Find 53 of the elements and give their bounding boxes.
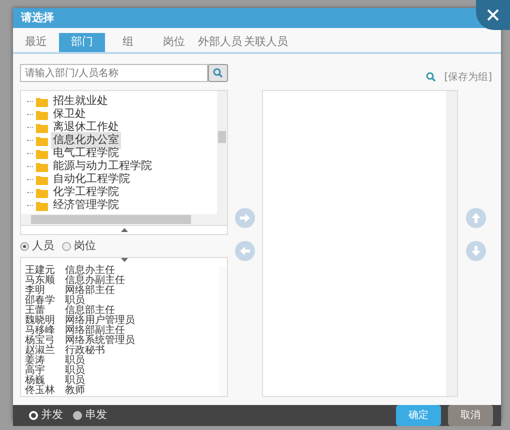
folder-icon [36, 136, 48, 146]
folder-icon [36, 122, 48, 132]
vertical-scrollbar[interactable] [219, 266, 227, 396]
folder-icon [36, 200, 48, 210]
arrow-left-icon[interactable] [235, 241, 255, 261]
person-row[interactable]: 杨宝弓 网络系统管理员 [21, 336, 219, 346]
vertical-scrollbar[interactable] [217, 91, 227, 214]
person-row[interactable]: 王建元 信息办主任 [21, 266, 219, 276]
collapse-toggle[interactable] [20, 226, 228, 235]
radio-button[interactable] [73, 411, 82, 420]
close-button[interactable] [476, 0, 510, 30]
radio-label: 串发 [85, 407, 107, 424]
search-field[interactable]: 请输入部门/人员名称 [20, 64, 208, 82]
radio-label: 并发 [41, 407, 63, 424]
folder-icon [36, 148, 48, 158]
person-row[interactable]: 李明 网络部主任 [21, 286, 219, 296]
horizontal-scrollbar[interactable] [21, 214, 227, 225]
vertical-scrollbar[interactable] [446, 91, 457, 396]
arrow-up-icon[interactable] [466, 208, 486, 228]
search-button[interactable] [208, 64, 228, 82]
person-row[interactable]: 赵淑兰 行政秘书 [21, 346, 219, 356]
folder-icon [36, 110, 48, 120]
radio-button[interactable] [62, 242, 71, 250]
tab[interactable]: 岗位 [151, 33, 197, 52]
person-row[interactable]: 魏晓明 网络用户管理员 [21, 316, 219, 326]
person-row[interactable]: 姜涛 职员 [21, 356, 219, 366]
tree-item[interactable]: 经济管理学院 [51, 197, 121, 214]
person-row[interactable]: 高宇 职员 [21, 366, 219, 376]
person-row[interactable]: 邵春学 职员 [21, 296, 219, 306]
folder-icon [36, 188, 48, 198]
radio-button[interactable] [20, 242, 29, 250]
tab[interactable]: 组 [105, 33, 151, 52]
folder-icon [36, 162, 48, 172]
person-row[interactable]: 马移峰 网络部副主任 [21, 326, 219, 336]
tab[interactable]: 最近 [13, 33, 59, 52]
search-icon[interactable] [426, 72, 436, 82]
folder-icon [36, 96, 48, 106]
person-row[interactable]: 王蕾 信息部主任 [21, 306, 219, 316]
caret-down-icon [120, 258, 128, 262]
caret-up-icon [120, 228, 128, 232]
arrow-right-icon[interactable] [235, 208, 255, 228]
folder-icon [36, 174, 48, 184]
radio-label: 岗位 [74, 238, 96, 254]
search-icon [213, 68, 223, 78]
radio-label: 人员 [32, 238, 54, 254]
person-row[interactable]: 佟玉林 教师 [21, 386, 219, 396]
person-row[interactable]: 杨巍 职员 [21, 376, 219, 386]
close-icon [487, 9, 499, 21]
person-row[interactable]: 马东顺 信息办副主任 [21, 276, 219, 286]
tab[interactable]: 外部人员 [197, 33, 243, 52]
arrow-down-icon[interactable] [466, 241, 486, 261]
tab[interactable]: 关联人员 [243, 33, 289, 52]
cancel-button[interactable]: 取消 [448, 405, 493, 426]
